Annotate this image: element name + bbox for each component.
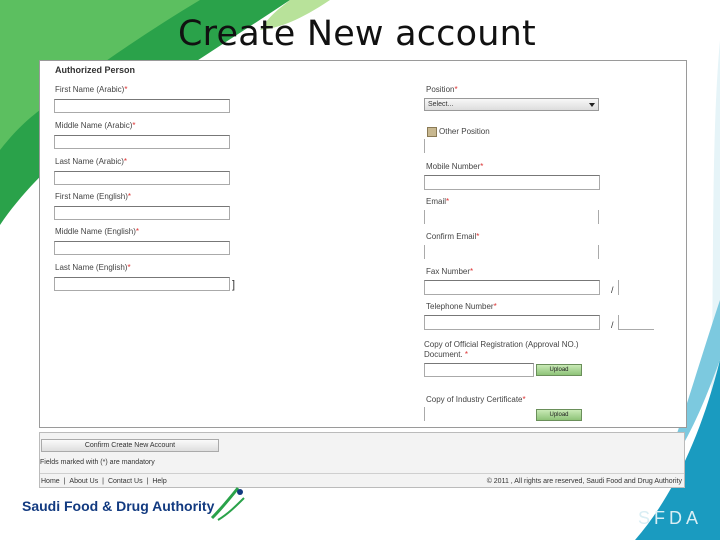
registration-document-label-line2: Document. * — [424, 350, 469, 359]
footer-link-help[interactable]: Help — [151, 478, 167, 485]
position-label: Position* — [426, 85, 458, 94]
bracket-glyph: ] — [232, 279, 236, 291]
middle-name-arabic-label: Middle Name (Arabic)* — [55, 121, 136, 130]
telephone-extension-input[interactable] — [618, 315, 654, 330]
first-name-english-input[interactable] — [54, 206, 230, 220]
last-name-arabic-input[interactable] — [54, 171, 230, 185]
last-name-english-input[interactable] — [54, 277, 230, 291]
footer-link-about[interactable]: About Us — [68, 478, 99, 485]
middle-name-english-input[interactable] — [54, 241, 230, 255]
footer-link-separator: | — [63, 478, 66, 485]
registration-upload-button[interactable]: Upload — [536, 364, 582, 376]
telephone-number-input[interactable] — [424, 315, 600, 330]
confirm-create-account-button[interactable]: Confirm Create New Account — [41, 439, 219, 452]
registration-document-file-input[interactable] — [424, 363, 534, 377]
dropdown-arrow-icon — [589, 103, 595, 107]
email-input[interactable] — [424, 210, 599, 224]
middle-name-arabic-input[interactable] — [54, 135, 230, 149]
last-name-arabic-label: Last Name (Arabic)* — [55, 157, 128, 166]
slide-title: Create New account — [178, 14, 536, 54]
copyright-text: © 2011 , All rights are reserved, Saudi … — [486, 478, 682, 485]
other-position-input[interactable] — [424, 139, 599, 153]
position-select[interactable]: Select... — [424, 98, 599, 111]
footer-divider — [40, 473, 684, 474]
footer-link-contact[interactable]: Contact Us — [107, 478, 144, 485]
section-title: Authorized Person — [55, 65, 136, 75]
confirm-email-label: Confirm Email* — [426, 232, 480, 241]
industry-upload-button[interactable]: Upload — [536, 409, 582, 421]
authorized-person-form: Authorized Person First Name (Arabic)* M… — [39, 60, 687, 428]
footer-link-separator: | — [102, 478, 104, 485]
mobile-number-input[interactable] — [424, 175, 600, 190]
email-label: Email* — [426, 197, 450, 206]
sfda-logo-text: Saudi Food & Drug Authority — [22, 498, 215, 514]
industry-certificate-file-input[interactable] — [424, 407, 534, 421]
industry-certificate-label: Copy of Industry Certificate* — [426, 395, 526, 404]
other-position-label: Other Position — [439, 127, 490, 136]
first-name-arabic-input[interactable] — [54, 99, 230, 113]
telephone-number-label: Telephone Number* — [426, 302, 497, 311]
fax-separator: / — [611, 285, 614, 295]
registration-document-label: Copy of Official Registration (Approval … — [424, 340, 579, 349]
form-footer: Confirm Create New Account Fields marked… — [39, 432, 685, 488]
mandatory-note: Fields marked with (*) are mandatory — [40, 459, 155, 466]
fax-extension-input[interactable] — [618, 280, 620, 295]
sfda-logo-icon — [210, 487, 245, 521]
telephone-separator: / — [611, 320, 614, 330]
footer-link-home[interactable]: Home — [40, 478, 61, 485]
first-name-arabic-label: First Name (Arabic)* — [55, 85, 128, 94]
other-position-checkbox[interactable] — [427, 127, 437, 137]
first-name-english-label: First Name (English)* — [55, 192, 132, 201]
confirm-email-input[interactable] — [424, 245, 599, 259]
mobile-number-label: Mobile Number* — [426, 162, 484, 171]
footer-link-separator: | — [146, 478, 149, 485]
fax-number-input[interactable] — [424, 280, 600, 295]
middle-name-english-label: Middle Name (English)* — [55, 227, 140, 236]
footer-links: Home | About Us | Contact Us | Help — [40, 478, 168, 485]
sfda-watermark: SFDA — [638, 508, 703, 528]
last-name-english-label: Last Name (English)* — [55, 263, 131, 272]
fax-number-label: Fax Number* — [426, 267, 474, 276]
